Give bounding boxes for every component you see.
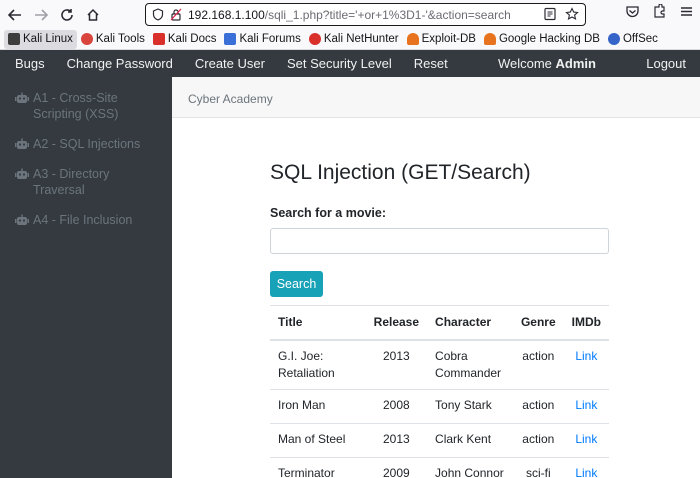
header-release: Release <box>365 305 428 341</box>
search-button[interactable]: Search <box>270 271 323 297</box>
sidebar: A1 - Cross-Site Scripting (XSS) A2 - SQL… <box>0 77 172 478</box>
welcome-message: Welcome Admin <box>497 56 596 71</box>
cell-release: 2013 <box>365 423 428 458</box>
search-form: SQL Injection (GET/Search) Search for a … <box>270 161 610 297</box>
table-row: G.I. Joe: Retaliation 2013 Cobra Command… <box>270 339 609 390</box>
cell-imdb: Link <box>563 423 609 458</box>
url-path: /sqli_1.php?title='+or+1%3D1-'&action=se… <box>264 7 511 22</box>
nav-bugs[interactable]: Bugs <box>0 56 56 71</box>
imdb-link[interactable]: Link <box>575 349 597 363</box>
pocket-icon[interactable] <box>625 4 640 19</box>
bookmark-kali-forums[interactable]: Kali Forums <box>220 30 304 49</box>
cell-character: Cobra Commander <box>427 339 513 390</box>
cell-character: Tony Stark <box>427 389 513 424</box>
cell-title: Man of Steel <box>270 423 366 458</box>
header-genre: Genre <box>512 305 564 341</box>
search-input[interactable] <box>270 228 609 254</box>
forward-button[interactable] <box>28 2 54 28</box>
cell-imdb: Link <box>563 457 609 478</box>
header-title: Title <box>270 305 366 341</box>
forward-arrow-icon <box>35 8 48 21</box>
home-icon <box>87 8 99 21</box>
content-header: Cyber Academy <box>172 77 700 118</box>
cell-imdb: Link <box>563 339 609 390</box>
sidebar-item-sql-injections[interactable]: A2 - SQL Injections <box>0 136 172 152</box>
results-table: Title Release Character Genre IMDb G.I. … <box>270 305 609 478</box>
cell-title: Terminator <box>270 457 366 478</box>
nav-create-user[interactable]: Create User <box>184 56 276 71</box>
kali-docs-icon <box>152 33 165 45</box>
sidebar-item-file-inclusion[interactable]: A4 - File Inclusion <box>0 212 172 228</box>
cell-genre: sci-fi <box>512 457 564 478</box>
nav-change-password[interactable]: Change Password <box>56 56 184 71</box>
shield-icon <box>152 8 164 21</box>
table-header-row: Title Release Character Genre IMDb <box>270 305 609 341</box>
cell-title: G.I. Joe: Retaliation <box>270 339 366 390</box>
bookmarks-bar: Kali Linux Kali Tools Kali Docs Kali For… <box>0 29 700 50</box>
sidebar-item-xss[interactable]: A1 - Cross-Site Scripting (XSS) <box>0 90 172 122</box>
cell-genre: action <box>512 389 564 424</box>
cell-title: Iron Man <box>270 389 366 424</box>
robot-icon <box>15 214 29 225</box>
menu-icon[interactable] <box>679 4 694 19</box>
reader-view-icon[interactable] <box>543 7 557 21</box>
exploit-db-icon <box>406 33 419 45</box>
cell-genre: action <box>512 339 564 390</box>
cell-genre: action <box>512 423 564 458</box>
sidebar-item-directory-traversal[interactable]: A3 - Directory Traversal <box>0 166 172 198</box>
bookmark-exploit-db[interactable]: Exploit-DB <box>403 30 480 49</box>
cell-character: Clark Kent <box>427 423 513 458</box>
header-imdb: IMDb <box>563 305 609 341</box>
table-row: Terminator 2009 John Connor sci-fi Link <box>270 457 609 478</box>
logout-link[interactable]: Logout <box>646 56 686 71</box>
reload-button[interactable] <box>54 2 80 28</box>
offsec-icon <box>607 33 620 45</box>
back-arrow-icon <box>8 8 21 21</box>
imdb-link[interactable]: Link <box>575 398 597 412</box>
cell-release: 2008 <box>365 389 428 424</box>
bookmark-kali-docs[interactable]: Kali Docs <box>149 30 221 49</box>
cell-imdb: Link <box>563 389 609 424</box>
content-area: Cyber Academy SQL Injection (GET/Search)… <box>172 77 700 478</box>
bookmark-star-icon[interactable] <box>565 7 579 21</box>
table-row: Man of Steel 2013 Clark Kent action Link <box>270 423 609 458</box>
table-row: Iron Man 2008 Tony Stark action Link <box>270 389 609 424</box>
robot-icon <box>15 138 29 149</box>
cell-character: John Connor <box>427 457 513 478</box>
url-bar[interactable]: 192.168.1.100/sqli_1.php?title='+or+1%3D… <box>145 3 586 26</box>
kali-dragon-icon <box>8 33 20 45</box>
reload-icon <box>61 8 73 21</box>
insecure-lock-icon <box>170 8 182 21</box>
bookmark-kali-tools[interactable]: Kali Tools <box>77 30 149 49</box>
header-character: Character <box>427 305 513 341</box>
cell-release: 2009 <box>365 457 428 478</box>
bookmark-google-hacking-db[interactable]: Google Hacking DB <box>480 30 604 49</box>
imdb-link[interactable]: Link <box>575 466 597 478</box>
ghdb-icon <box>483 33 496 45</box>
imdb-link[interactable]: Link <box>575 432 597 446</box>
username: Admin <box>555 56 596 71</box>
url-host: 192.168.1.100 <box>188 7 265 22</box>
robot-icon <box>15 92 29 103</box>
robot-icon <box>15 168 29 179</box>
bookmark-offsec[interactable]: OffSec <box>604 30 662 49</box>
kali-forums-icon <box>224 33 237 45</box>
browser-toolbar: 192.168.1.100/sqli_1.php?title='+or+1%3D… <box>0 0 700 29</box>
nav-reset[interactable]: Reset <box>403 56 459 71</box>
bookmark-kali-linux[interactable]: Kali Linux <box>4 29 77 49</box>
app-navbar: Bugs Change Password Create User Set Sec… <box>0 50 700 77</box>
search-label: Search for a movie: <box>270 206 387 220</box>
nav-set-security-level[interactable]: Set Security Level <box>276 56 403 71</box>
cell-release: 2013 <box>365 339 428 390</box>
nethunter-icon <box>308 33 321 45</box>
back-button[interactable] <box>2 2 28 28</box>
page-title: SQL Injection (GET/Search) <box>270 161 531 184</box>
bookmark-kali-nethunter[interactable]: Kali NetHunter <box>305 30 403 49</box>
kali-tools-icon <box>80 33 93 45</box>
home-button[interactable] <box>80 2 106 28</box>
extensions-icon[interactable] <box>652 4 667 19</box>
